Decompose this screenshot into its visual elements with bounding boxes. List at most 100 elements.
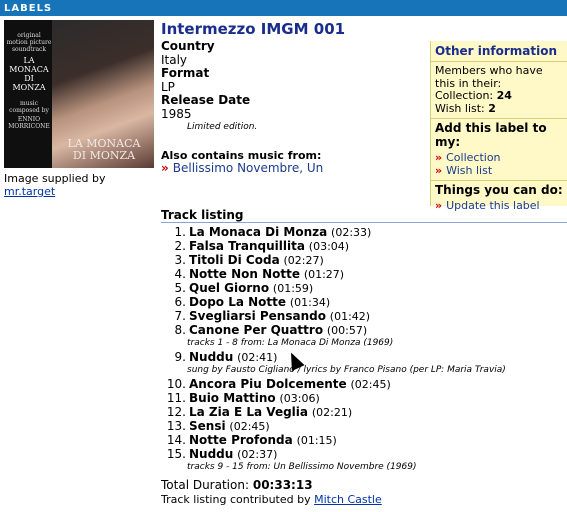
release-meta: Country Italy Format LP Release Date 198…	[161, 39, 258, 134]
track-name: Buio Mattino	[189, 391, 276, 405]
track-duration: (02:27)	[283, 254, 324, 267]
total-duration-value: 00:33:13	[252, 478, 313, 492]
track-duration: (03:06)	[279, 392, 320, 405]
cover-subtitle: original motion picture soundtrack	[6, 32, 52, 53]
track-duration: (02:37)	[237, 448, 278, 461]
country-label: Country	[161, 39, 215, 53]
track-duration: (01:27)	[303, 268, 345, 281]
track-number: 3.	[174, 253, 186, 267]
track-number: 1.	[174, 225, 186, 239]
track-contributor: Track listing contributed by Mitch Castl…	[161, 493, 382, 506]
track-duration: (00:57)	[326, 324, 368, 337]
cover-title-line-2: MONACA	[9, 65, 49, 74]
image-credit-user-link[interactable]: mr.target	[4, 185, 55, 198]
track-name: Quel Giorno	[189, 281, 270, 295]
wishlist-count-row: Wish list: 2	[435, 101, 563, 116]
track-duration: (03:04)	[308, 240, 350, 253]
country-value: Italy	[161, 52, 188, 67]
format-label: Format	[161, 66, 210, 80]
track-row: 8. Canone Per Quattro (00:57)	[161, 323, 567, 337]
collection-count-label: Collection:	[435, 89, 494, 102]
track-name: Svegliarsi Pensando	[189, 309, 326, 323]
also-contains-link-text[interactable]: Bellissimo Novembre, Un	[173, 161, 323, 175]
contrib-user-link[interactable]: Mitch Castle	[314, 493, 382, 506]
cover-composer: ENNIO MORRICONE	[8, 116, 50, 130]
info-sidebar: Other information Members who have this …	[430, 41, 567, 212]
release-note: Limited edition.	[187, 122, 258, 132]
track-name: Notte Profonda	[189, 433, 293, 447]
add-to-collection-text[interactable]: Collection	[446, 151, 500, 164]
add-to-collection-link[interactable]: » Collection	[431, 151, 567, 164]
track-row: 2. Falsa Tranquillita (03:04)	[161, 239, 567, 253]
add-to-wishlist-link[interactable]: » Wish list	[431, 164, 567, 177]
wishlist-count-label: Wish list:	[435, 101, 485, 115]
track-row: 9. Nuddu (02:41)	[161, 350, 567, 364]
track-row: 6. Dopo La Notte (01:34)	[161, 295, 567, 309]
track-number: 2.	[174, 239, 186, 253]
track-name: Nuddu	[189, 350, 234, 364]
members-info: Members who have this in their: Collecti…	[431, 62, 567, 118]
update-label-text[interactable]: Update this label	[446, 199, 540, 212]
track-number: 15.	[166, 447, 186, 461]
cover-title-line-1: LA	[23, 56, 35, 65]
track-number: 13.	[166, 419, 186, 433]
track-number: 8.	[174, 323, 186, 337]
track-note-9-15: tracks 9 - 15 from: Un Bellissimo Novemb…	[187, 462, 417, 472]
track-number: 11.	[166, 391, 186, 405]
track-row: 5. Quel Giorno (01:59)	[161, 281, 567, 295]
cover-title-line-3: DI	[24, 74, 34, 83]
update-label-link[interactable]: » Update this label	[431, 199, 567, 212]
track-row: 1. La Monaca Di Monza (02:33)	[161, 225, 567, 239]
track-duration: (02:45)	[350, 378, 391, 391]
track-name: Ancora Piu Dolcemente	[189, 377, 347, 391]
track-number: 12.	[166, 405, 186, 419]
wishlist-count: 2	[488, 101, 496, 115]
track-listing-divider	[161, 222, 567, 223]
track-name: Notte Non Notte	[189, 267, 300, 281]
track-row: 7. Svegliarsi Pensando (01:42)	[161, 309, 567, 323]
release-date-label: Release Date	[161, 93, 251, 107]
track-note-1-8: tracks 1 - 8 from: La Monaca Di Monza (1…	[187, 338, 394, 348]
track-duration: (02:45)	[229, 420, 270, 433]
track-number: 10.	[166, 377, 186, 391]
track-number: 5.	[174, 281, 186, 295]
track-duration: (02:41)	[237, 351, 278, 364]
track-name: Canone Per Quattro	[189, 323, 324, 337]
track-name: Sensi	[189, 419, 226, 433]
track-number: 7.	[174, 309, 186, 323]
arrow-bullet-icon: »	[435, 199, 443, 212]
track-row: 13. Sensi (02:45)	[161, 419, 567, 433]
track-name: La Monaca Di Monza	[189, 225, 328, 239]
track-duration: (02:33)	[331, 226, 372, 239]
track-row: 15. Nuddu (02:37)	[161, 447, 567, 461]
track-duration: (01:34)	[289, 296, 331, 309]
total-duration: Total Duration: 00:33:13	[161, 478, 313, 492]
track-row: 4. Notte Non Notte (01:27)	[161, 267, 567, 281]
cover-big-title-line-2: DI MONZA	[72, 149, 136, 162]
track-duration: (01:42)	[329, 310, 371, 323]
track-name: Nuddu	[189, 447, 234, 461]
members-text: Members who have this in their:	[435, 64, 543, 90]
track-number: 4.	[174, 267, 186, 281]
track-name: Falsa Tranquillita	[189, 239, 305, 253]
cover-music-line: music composed by	[9, 100, 49, 114]
add-label-title: Add this label to my:	[431, 118, 567, 151]
cover-title-line-4: MONZA	[12, 83, 46, 92]
track-number: 6.	[174, 295, 186, 309]
section-title: Labels	[4, 3, 53, 14]
image-credit-label: Image supplied by	[4, 172, 106, 185]
track-name: Dopo La Notte	[189, 295, 287, 309]
track-listing-title: Track listing	[161, 208, 244, 222]
image-credit: Image supplied by mr.target	[4, 172, 105, 198]
track-row: 10. Ancora Piu Dolcemente (02:45)	[161, 377, 567, 391]
add-to-wishlist-text[interactable]: Wish list	[446, 164, 492, 177]
release-date-value: 1985	[161, 106, 192, 121]
track-duration: (02:21)	[311, 406, 353, 419]
track-duration: (01:15)	[296, 434, 337, 447]
things-title: Things you can do:	[431, 180, 567, 199]
arrow-bullet-icon: »	[161, 161, 169, 175]
also-contains-link[interactable]: » Bellissimo Novembre, Un	[161, 161, 323, 175]
track-row: 11. Buio Mattino (03:06)	[161, 391, 567, 405]
track-duration: (01:59)	[272, 282, 314, 295]
track-row: 12. La Zia E La Veglia (02:21)	[161, 405, 567, 419]
